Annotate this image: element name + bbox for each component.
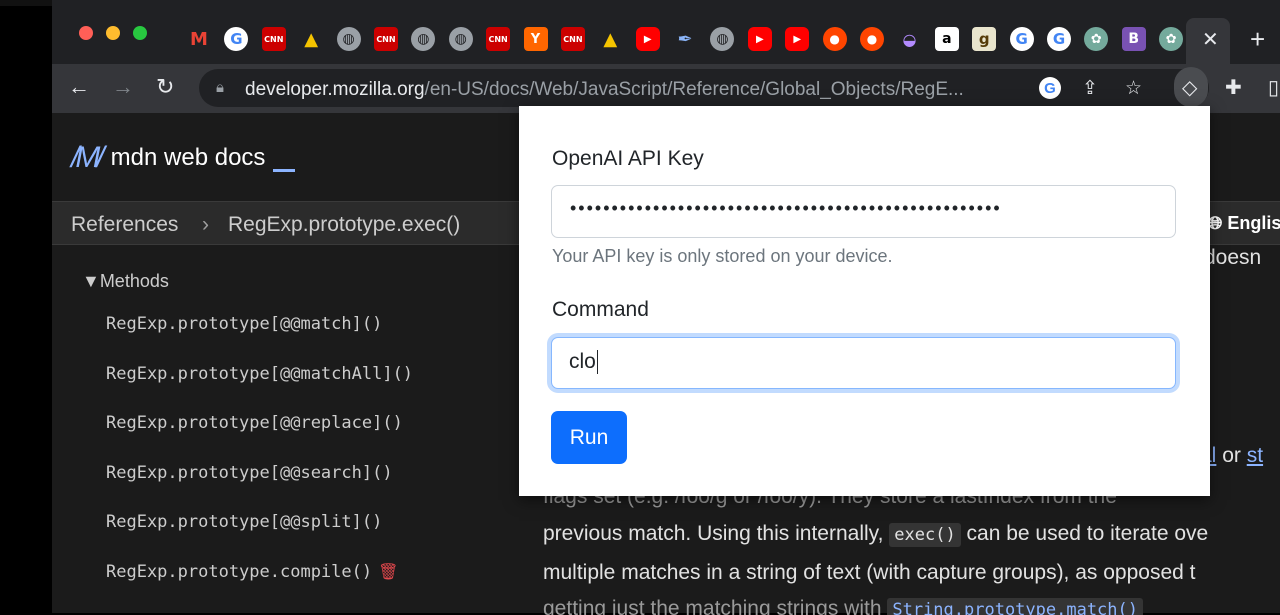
content-text: previous match. Using this internally, bbox=[543, 522, 884, 545]
mdn-logo-mark-icon: /M/ bbox=[71, 141, 105, 174]
cnn-icon[interactable]: CNN bbox=[560, 27, 585, 51]
api-key-label: OpenAI API Key bbox=[552, 147, 704, 170]
cnn-icon[interactable]: CNN bbox=[486, 27, 511, 51]
content-paragraph-line: previous match. Using this internally, e… bbox=[543, 522, 1209, 547]
extension-diamond-icon[interactable]: ◇ bbox=[1182, 75, 1197, 100]
breadcrumb-separator: › bbox=[202, 213, 209, 236]
gmail-icon[interactable]: M bbox=[187, 27, 211, 51]
address-bar[interactable]: 🔒︎ developer.mozilla.org/en-US/docs/Web/… bbox=[199, 69, 1209, 107]
command-label: Command bbox=[552, 298, 649, 321]
blob-icon[interactable]: ◒ bbox=[897, 27, 921, 51]
sidebar-item-label: RegExp.prototype.compile() bbox=[106, 562, 373, 582]
lock-icon: 🔒︎ bbox=[216, 79, 224, 96]
command-input[interactable]: clo bbox=[551, 337, 1176, 389]
content-fragment: doesn bbox=[1204, 246, 1262, 269]
globe-icon[interactable]: ◍ bbox=[411, 27, 436, 51]
sidebar-item[interactable]: RegExp.prototype[@@replace]() bbox=[106, 413, 403, 433]
text-caret bbox=[596, 350, 599, 375]
mdn-logo-cursor bbox=[273, 168, 296, 172]
content-text: can be used to iterate ove bbox=[966, 522, 1209, 545]
sidebar-item[interactable]: RegExp.prototype[@@search]() bbox=[106, 463, 393, 483]
content-link[interactable]: st bbox=[1247, 444, 1263, 467]
api-key-help-text: Your API key is only stored on your devi… bbox=[552, 246, 893, 266]
sidebar-item[interactable]: RegExp.prototype[@@match]() bbox=[106, 314, 382, 334]
content-text: getting just the matching strings with bbox=[543, 597, 882, 615]
youtube-icon[interactable]: ▶ bbox=[747, 27, 772, 51]
tab-icons: M G CNN ▲ ◍ CNN ◍ ◍ CNN Y CNN ▲ ▶ ✒ ◍ ▶ ▶ ● ● ◒ a g G G ✿ B ✿ bbox=[187, 27, 1184, 51]
run-button[interactable]: Run bbox=[551, 411, 627, 464]
content-word: or bbox=[1222, 444, 1241, 467]
google-icon[interactable]: G bbox=[224, 27, 249, 51]
browser-chrome: M G CNN ▲ ◍ CNN ◍ ◍ CNN Y CNN ▲ ▶ ✒ ◍ ▶ ▶ ● ● ◒ a g G G ✿ B ✿ ✕ + … bbox=[52, 0, 1280, 113]
sidebar-item[interactable]: RegExp.prototype.compile() 🗑︎ bbox=[106, 562, 398, 582]
minimize-window-button[interactable] bbox=[106, 26, 120, 40]
reload-icon[interactable]: ↻ bbox=[156, 74, 174, 100]
breadcrumb-references[interactable]: References bbox=[71, 213, 178, 237]
inline-code: exec() bbox=[889, 523, 961, 547]
new-tab-button[interactable]: + bbox=[1250, 24, 1265, 55]
youtube-icon[interactable]: ▶ bbox=[635, 27, 660, 51]
cnn-icon[interactable]: CNN bbox=[373, 27, 398, 51]
mdn-logo[interactable]: /M/ mdn web docs bbox=[71, 141, 296, 175]
cnn-icon[interactable]: CNN bbox=[261, 27, 286, 51]
inline-code-link[interactable]: String.prototype.match() bbox=[887, 598, 1143, 615]
sidebar-methods-heading[interactable]: ▼Methods bbox=[82, 271, 169, 292]
google-icon[interactable]: G bbox=[1009, 27, 1034, 51]
api-key-field[interactable]: ••••••••••••••••••••••••••••••••••••••••… bbox=[551, 185, 1176, 238]
deprecated-trash-icon: 🗑︎ bbox=[378, 562, 399, 581]
hacker-news-icon[interactable]: Y bbox=[523, 27, 548, 51]
back-arrow-icon[interactable]: ← bbox=[68, 74, 90, 100]
close-tab-icon[interactable]: ✕ bbox=[1202, 27, 1219, 52]
globe-icon[interactable]: ◍ bbox=[448, 27, 473, 51]
globe-icon: 🌐︎ bbox=[1208, 213, 1223, 233]
breadcrumb-current[interactable]: RegExp.prototype.exec() bbox=[228, 213, 460, 237]
maximize-window-button[interactable] bbox=[133, 26, 147, 40]
youtube-icon[interactable]: ▶ bbox=[785, 27, 810, 51]
google-lens-icon[interactable]: G bbox=[1039, 77, 1061, 99]
globe-icon[interactable]: ◍ bbox=[336, 27, 361, 51]
forward-arrow-icon[interactable]: → bbox=[112, 74, 134, 100]
url-host: developer.mozilla.org bbox=[245, 79, 425, 100]
chatgpt-icon[interactable]: ✿ bbox=[1084, 27, 1109, 51]
share-icon[interactable]: ⇪ bbox=[1082, 77, 1098, 100]
url-text[interactable]: developer.mozilla.org/en-US/docs/Web/Jav… bbox=[245, 79, 964, 101]
bootstrap-icon[interactable]: B bbox=[1121, 27, 1146, 51]
side-panel-icon[interactable]: ▯ bbox=[1268, 75, 1279, 100]
extensions-puzzle-icon[interactable]: ✚ bbox=[1225, 75, 1242, 100]
reddit-icon[interactable]: ● bbox=[860, 27, 885, 51]
content-paragraph-line: getting just the matching strings with S… bbox=[543, 597, 1143, 615]
language-label: English bbox=[1227, 213, 1280, 233]
extension-popup: OpenAI API Key •••••••••••••••••••••••••… bbox=[519, 106, 1210, 496]
amazon-icon[interactable]: a bbox=[934, 27, 959, 51]
language-selector[interactable]: 🌐︎ English bbox=[1208, 213, 1280, 234]
close-window-button[interactable] bbox=[79, 26, 93, 40]
bookmark-star-icon[interactable]: ☆ bbox=[1125, 77, 1142, 100]
chatgpt-icon[interactable]: ✿ bbox=[1159, 27, 1184, 51]
feather-icon[interactable]: ✒ bbox=[673, 27, 697, 51]
command-input-value: clo bbox=[569, 350, 596, 373]
mdn-logo-text: mdn web docs bbox=[110, 144, 266, 171]
reddit-icon[interactable]: ● bbox=[822, 27, 847, 51]
goodreads-icon[interactable]: g bbox=[972, 27, 997, 51]
warning-icon[interactable]: ▲ bbox=[299, 27, 323, 51]
sidebar-item[interactable]: RegExp.prototype[@@split]() bbox=[106, 512, 382, 532]
globe-icon[interactable]: ◍ bbox=[710, 27, 735, 51]
google-icon[interactable]: G bbox=[1046, 27, 1071, 51]
url-path: /en-US/docs/Web/JavaScript/Reference/Glo… bbox=[424, 79, 964, 100]
content-paragraph-line: multiple matches in a string of text (wi… bbox=[543, 561, 1196, 584]
sidebar-item[interactable]: RegExp.prototype[@@matchAll]() bbox=[106, 364, 413, 384]
warning-icon[interactable]: ▲ bbox=[598, 27, 622, 51]
